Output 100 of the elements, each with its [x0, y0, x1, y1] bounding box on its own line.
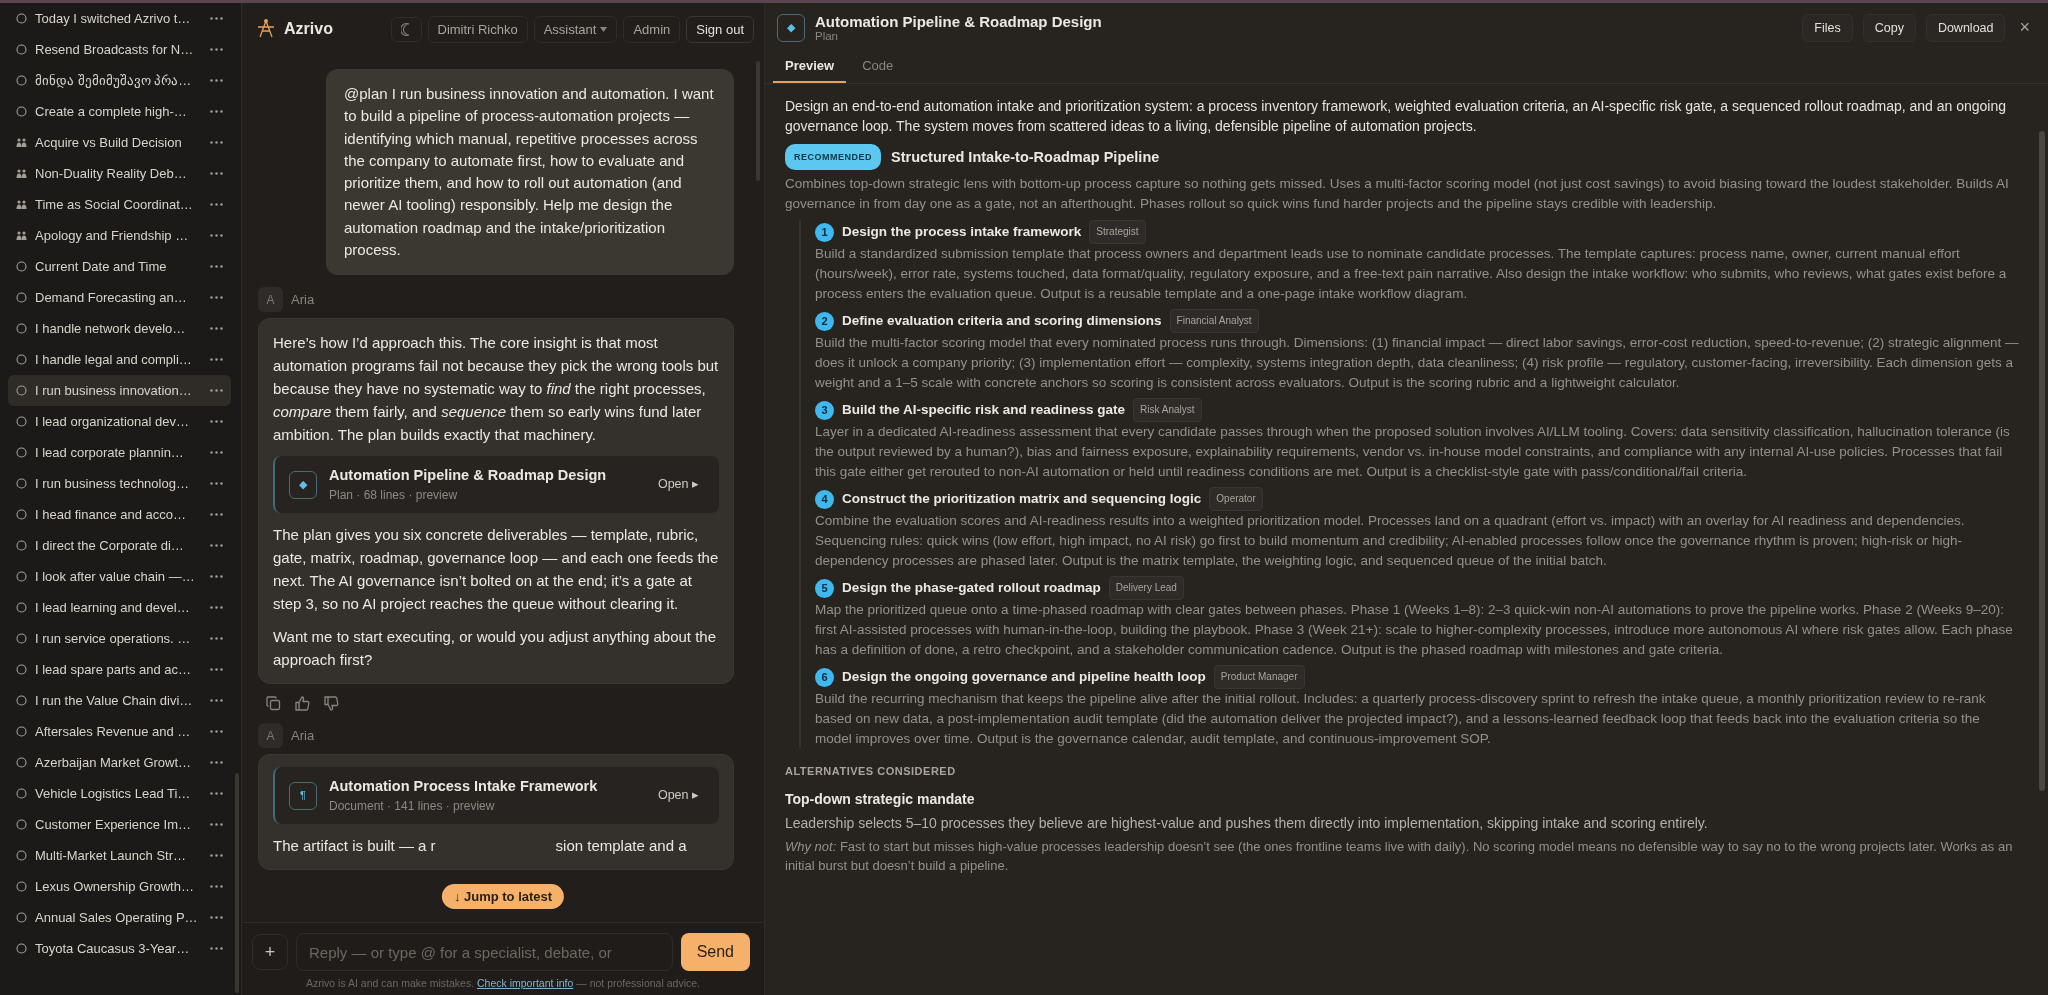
sign-out-button[interactable]: Sign out — [686, 15, 754, 43]
conversation-item[interactable]: I handle legal and compli… — [8, 344, 231, 375]
more-icon[interactable] — [210, 79, 223, 82]
conversation-item[interactable]: Create a complete high-… — [8, 96, 231, 127]
circle-icon — [16, 44, 27, 55]
more-icon[interactable] — [210, 761, 223, 764]
more-icon[interactable] — [210, 792, 223, 795]
more-icon[interactable] — [210, 854, 223, 857]
user-button[interactable]: Dimitri Richko — [427, 15, 528, 43]
more-icon[interactable] — [210, 17, 223, 20]
conversation-item[interactable]: Customer Experience Im… — [8, 809, 231, 840]
conversation-item[interactable]: I lead organizational dev… — [8, 406, 231, 437]
panel-action-button[interactable]: Download — [1925, 13, 2006, 42]
more-icon[interactable] — [210, 885, 223, 888]
more-icon[interactable] — [210, 172, 223, 175]
conversation-item[interactable]: I lead corporate plannin… — [8, 437, 231, 468]
more-icon[interactable] — [210, 203, 223, 206]
more-icon[interactable] — [210, 420, 223, 423]
conversation-item[interactable]: I handle network develo… — [8, 313, 231, 344]
conversation-item[interactable]: I lead spare parts and ac… — [8, 654, 231, 685]
conversation-item[interactable]: I run business technolog… — [8, 468, 231, 499]
conversation-item[interactable]: I lead learning and devel… — [8, 592, 231, 623]
scrollbar[interactable] — [2039, 131, 2045, 791]
circle-icon — [16, 354, 27, 365]
conversation-item[interactable]: I run service operations. … — [8, 623, 231, 654]
conversation-item[interactable]: Multi-Market Launch Str… — [8, 840, 231, 871]
more-icon[interactable] — [210, 699, 223, 702]
more-icon[interactable] — [210, 296, 223, 299]
step-title: Design the process intake framework — [842, 223, 1082, 241]
more-icon[interactable] — [210, 451, 223, 454]
conversation-item[interactable]: Acquire vs Build Decision — [8, 127, 231, 158]
tab[interactable]: Code — [850, 50, 906, 83]
more-icon[interactable] — [210, 110, 223, 113]
more-icon[interactable] — [210, 513, 223, 516]
role-tag: Product Manager — [1213, 665, 1305, 689]
artifact-meta: Plan · 68 lines · preview — [329, 487, 459, 504]
role-tag: Risk Analyst — [1133, 398, 1202, 422]
panel-action-button[interactable]: Files — [1802, 13, 1853, 42]
conversation-item[interactable]: Current Date and Time — [8, 251, 231, 282]
conversation-item[interactable]: Today I switched Azrivo t… — [8, 3, 231, 34]
thumbs-up-icon[interactable] — [295, 696, 310, 712]
alternative-description: Leadership selects 5–10 processes they believe are highest-value and pushes them directly into implementation, skipping intake and scoring entirely. — [785, 814, 1709, 833]
conversation-item[interactable]: I look after value chain —… — [8, 561, 231, 592]
more-icon[interactable] — [210, 327, 223, 330]
conversation-item[interactable]: Time as Social Coordinat… — [8, 189, 231, 220]
important-info-link[interactable]: Check important info — [477, 977, 574, 989]
add-button[interactable]: + — [252, 934, 288, 970]
send-button[interactable]: Send — [680, 933, 750, 971]
more-icon[interactable] — [210, 389, 223, 392]
close-button[interactable]: × — [2015, 17, 2034, 38]
more-icon[interactable] — [210, 916, 223, 919]
open-link[interactable]: Open ▸ — [651, 783, 705, 809]
step-description: Build the multi-factor scoring model that every nominated process runs through. Dimensions: (1) financial impact — direct labor savings, error-cost reduction, speed-to-revenue; (2) strategic alignment — does it unlock a company priority; (3) implementation effort — complexity, systems integration depth, data cleanliness; (4) risk profile — regulatory, customer-facing, irreversibility. Each dimension gets a weight and a 1–5 scale with concrete anchors so scoring is consistent across evaluators. Output is the scoring rubric and a lightweight calculator. — [815, 334, 2020, 392]
more-icon[interactable] — [210, 606, 223, 609]
more-icon[interactable] — [210, 823, 223, 826]
more-icon[interactable] — [210, 265, 223, 268]
panel-action-button[interactable]: Copy — [1862, 13, 1916, 42]
logo-icon — [256, 19, 276, 39]
conversation-item[interactable]: I run the Value Chain divi… — [8, 685, 231, 716]
more-icon[interactable] — [210, 668, 223, 671]
conversation-item[interactable]: Annual Sales Operating P… — [8, 902, 231, 933]
conversation-item[interactable]: Azerbaijan Market Growt… — [8, 747, 231, 778]
circle-icon — [16, 478, 27, 489]
more-icon[interactable] — [210, 48, 223, 51]
mode-dropdown[interactable]: Assistant — [533, 15, 618, 43]
artifact-card[interactable]: ¶ Automation Process Intake Framework Document · 141 lines · preview Open ▸ — [273, 767, 719, 825]
more-icon[interactable] — [210, 234, 223, 237]
conversation-item[interactable]: Lexus Ownership Growth… — [8, 871, 231, 902]
theme-toggle[interactable] — [390, 16, 422, 42]
more-icon[interactable] — [210, 730, 223, 733]
more-icon[interactable] — [210, 358, 223, 361]
thumbs-down-icon[interactable] — [324, 696, 339, 712]
admin-button[interactable]: Admin — [623, 15, 681, 43]
jump-to-latest-button[interactable]: ↓ Jump to latest — [441, 884, 565, 909]
conversation-item[interactable]: I head finance and acco… — [8, 499, 231, 530]
conversation-item[interactable]: I run business innovation… — [8, 375, 231, 406]
step-title: Design the ongoing governance and pipeline health loop — [842, 668, 1206, 686]
more-icon[interactable] — [210, 947, 223, 950]
copy-icon[interactable] — [266, 696, 281, 712]
more-icon[interactable] — [210, 141, 223, 144]
conversation-item[interactable]: Demand Forecasting an… — [8, 282, 231, 313]
conversation-item[interactable]: Aftersales Revenue and … — [8, 716, 231, 747]
reply-input[interactable]: Reply — or type @ for a specialist, debate, or — [296, 933, 673, 971]
conversation-item[interactable]: მინდა შემიმუშავო პრა… — [8, 65, 231, 96]
conversation-item[interactable]: Vehicle Logistics Lead Ti… — [8, 778, 231, 809]
artifact-title: Automation Pipeline & Roadmap Design — [329, 466, 608, 486]
tab[interactable]: Preview — [773, 50, 847, 83]
user-message: @plan I run business innovation and automation. I want to build a pipeline of process-automation projects — identifying which manual, repetitive processes across the company to automate first, how to evaluate and prioritize them, and how to roll out automation (and newer AI tooling) responsibly. Help me design the automation roadmap and the intake/prioritization process. — [326, 69, 734, 276]
conversation-item[interactable]: Non-Duality Reality Deb… — [8, 158, 231, 189]
conversation-item[interactable]: Apology and Friendship … — [8, 220, 231, 251]
conversation-item[interactable]: Resend Broadcasts for N… — [8, 34, 231, 65]
artifact-card[interactable]: ◆ Automation Pipeline & Roadmap Design Plan · 68 lines · preview Open ▸ — [273, 456, 719, 514]
more-icon[interactable] — [210, 575, 223, 578]
conversation-item[interactable]: Toyota Caucasus 3-Year… — [8, 933, 231, 964]
panel-title: Automation Pipeline & Roadmap Design — [815, 13, 1102, 30]
more-icon[interactable] — [210, 544, 223, 547]
open-link[interactable]: Open ▸ — [651, 472, 705, 498]
conversation-item[interactable]: I direct the Corporate di… — [8, 530, 231, 561]
more-icon[interactable] — [210, 637, 223, 640]
more-icon[interactable] — [210, 482, 223, 485]
